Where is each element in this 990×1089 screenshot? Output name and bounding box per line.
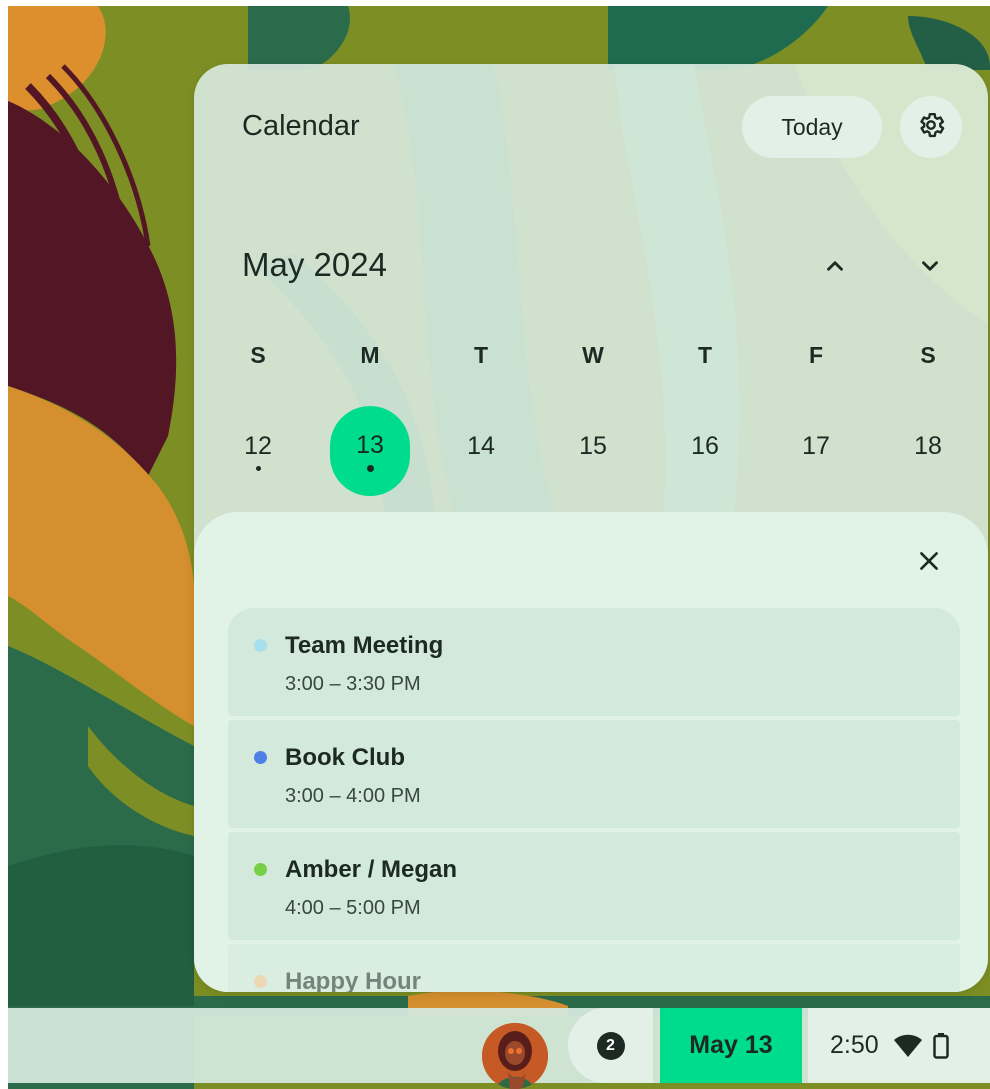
day-cell-14[interactable]: 14 xyxy=(441,406,521,496)
day-cell-17[interactable]: 17 xyxy=(776,406,856,496)
event-time: 3:00 – 4:00 PM xyxy=(285,785,421,807)
day-number: 17 xyxy=(802,431,830,460)
month-label: May 2024 xyxy=(242,246,387,283)
weekday-label: S xyxy=(920,342,936,368)
today-button[interactable]: Today xyxy=(742,96,882,158)
calendar-title: Calendar xyxy=(242,110,360,142)
notifications-button[interactable]: 2 xyxy=(568,1008,653,1083)
event-item-amber-megan[interactable]: Amber / Megan 4:00 – 5:00 PM xyxy=(228,832,960,940)
event-color-dot xyxy=(254,751,267,764)
status-tray-button[interactable]: 2:50 xyxy=(808,1008,990,1083)
next-month-button[interactable] xyxy=(906,244,954,292)
gear-icon xyxy=(916,110,946,145)
day-cell-13-selected[interactable]: 13 xyxy=(330,406,410,496)
day-cell-18[interactable]: 18 xyxy=(888,406,968,496)
event-item-team-meeting[interactable]: Team Meeting 3:00 – 3:30 PM xyxy=(228,608,960,716)
event-title: Happy Hour xyxy=(285,968,422,992)
day-number: 12 xyxy=(244,431,272,460)
settings-button[interactable] xyxy=(900,96,962,158)
weekday-label: W xyxy=(582,342,604,368)
event-indicator-dot xyxy=(366,464,374,472)
event-title: Team Meeting xyxy=(285,632,444,659)
day-cell-15[interactable]: 15 xyxy=(553,406,633,496)
event-indicator-dot xyxy=(255,465,261,471)
event-item-book-club[interactable]: Book Club 3:00 – 4:00 PM xyxy=(228,720,960,828)
event-color-dot xyxy=(254,863,267,876)
day-number: 16 xyxy=(691,431,719,460)
shelf: 2 May 13 2:50 xyxy=(8,1008,990,1089)
event-title: Book Club xyxy=(285,744,405,771)
event-color-dot xyxy=(254,639,267,652)
weekday-label: M xyxy=(360,342,380,368)
weekday-label: T xyxy=(473,342,489,368)
day-number: 15 xyxy=(579,431,607,460)
wifi-icon xyxy=(893,1034,923,1058)
date-tray-button[interactable]: May 13 xyxy=(660,1008,802,1083)
event-color-dot xyxy=(254,975,267,988)
close-events-button[interactable] xyxy=(906,540,952,586)
weekday-label: T xyxy=(697,342,713,368)
event-time: 3:00 – 3:30 PM xyxy=(285,673,421,695)
user-avatar[interactable] xyxy=(482,1023,548,1089)
close-icon xyxy=(916,548,942,579)
week-row: 12 13 14 15 16 17 18 xyxy=(194,406,988,496)
weekday-label: S xyxy=(250,342,266,368)
day-number: 14 xyxy=(467,431,495,460)
day-cell-16[interactable]: 16 xyxy=(665,406,745,496)
day-cell-12[interactable]: 12 xyxy=(218,406,298,496)
clock-time: 2:50 xyxy=(830,1031,879,1059)
chevron-up-icon xyxy=(822,253,848,284)
calendar-panel: Calendar Today May 2024 S M T W T F S 12… xyxy=(194,64,988,992)
weekday-header: S M T W T F S xyxy=(194,342,988,372)
previous-month-button[interactable] xyxy=(811,244,859,292)
battery-icon xyxy=(932,1032,949,1059)
notification-count-badge: 2 xyxy=(596,1031,625,1060)
desktop-wallpaper: Calendar Today May 2024 S M T W T F S 12… xyxy=(8,6,990,1089)
event-item-happy-hour[interactable]: Happy Hour xyxy=(228,944,960,992)
day-number: 13 xyxy=(356,430,384,459)
day-number: 18 xyxy=(914,431,942,460)
weekday-label: F xyxy=(808,342,824,368)
events-sheet: Team Meeting 3:00 – 3:30 PM Book Club 3:… xyxy=(194,512,988,992)
event-time: 4:00 – 5:00 PM xyxy=(285,897,421,919)
chevron-down-icon xyxy=(917,253,943,284)
event-title: Amber / Megan xyxy=(285,856,458,883)
